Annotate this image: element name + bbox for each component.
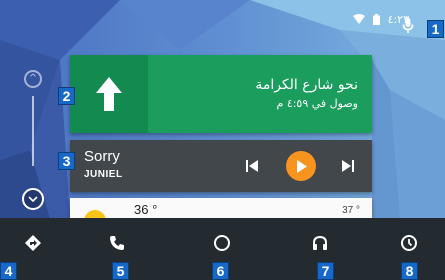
scroll-indicator[interactable] [32, 96, 34, 166]
nav-button-home[interactable] [211, 232, 233, 254]
play-button[interactable] [286, 151, 316, 181]
status-bar: ٤:٢٣ [352, 8, 409, 30]
navigation-info: نحو شارع الكرامة وصول في ٤:٥٩ م [148, 55, 372, 133]
nav-button-phone[interactable] [106, 232, 128, 254]
annotation-marker-1: 1 [427, 20, 444, 38]
home-circle-icon [214, 235, 230, 251]
skip-next-icon [342, 160, 354, 172]
next-track-button[interactable] [342, 158, 354, 177]
wifi-icon [352, 14, 365, 24]
straight-arrow-icon [96, 77, 122, 111]
navigation-icon [25, 235, 41, 251]
nav-button-media[interactable] [309, 232, 331, 254]
chevron-down-icon [28, 196, 38, 202]
phone-icon [110, 236, 124, 250]
annotation-marker-4: 4 [0, 262, 17, 280]
skip-previous-icon [246, 160, 258, 172]
navigation-eta: وصول في ٤:٥٩ م [276, 97, 359, 110]
turn-direction [70, 55, 148, 133]
annotation-marker-7: 7 [317, 262, 334, 280]
nav-button-recents[interactable] [398, 232, 420, 254]
track-title: Sorry [84, 148, 120, 165]
annotation-marker-6: 6 [212, 262, 229, 280]
scroll-up-button[interactable]: ^ [24, 70, 42, 88]
annotation-marker-3: 3 [58, 152, 75, 170]
annotation-marker-5: 5 [112, 262, 129, 280]
annotation-marker-8: 8 [401, 262, 418, 280]
navigation-street: نحو شارع الكرامة [255, 77, 358, 93]
scroll-rail: ^ [22, 64, 46, 214]
microphone-button[interactable] [402, 18, 416, 36]
play-icon [296, 159, 307, 173]
recents-icon [401, 235, 417, 251]
previous-track-button[interactable] [246, 158, 258, 177]
track-artist: JUNIEL [84, 169, 123, 180]
weather-card[interactable]: 36 ° 37 ° [70, 198, 372, 220]
battery-icon [372, 13, 380, 25]
chevron-up-icon: ^ [28, 73, 38, 84]
scroll-down-button[interactable] [22, 188, 44, 210]
weather-temperature-secondary: 37 ° [342, 205, 360, 216]
nav-button-navigation[interactable] [22, 232, 44, 254]
headphones-icon [313, 235, 327, 250]
weather-temperature: 36 ° [134, 202, 158, 217]
media-card[interactable]: Sorry JUNIEL [70, 140, 372, 192]
android-auto-screen: ٤:٢٣ ^ نحو شارع الكرامة وصول في ٤:٥٩ م S… [0, 0, 445, 280]
annotation-marker-2: 2 [58, 87, 75, 105]
microphone-icon [402, 18, 414, 33]
navigation-card[interactable]: نحو شارع الكرامة وصول في ٤:٥٩ م [70, 55, 372, 133]
